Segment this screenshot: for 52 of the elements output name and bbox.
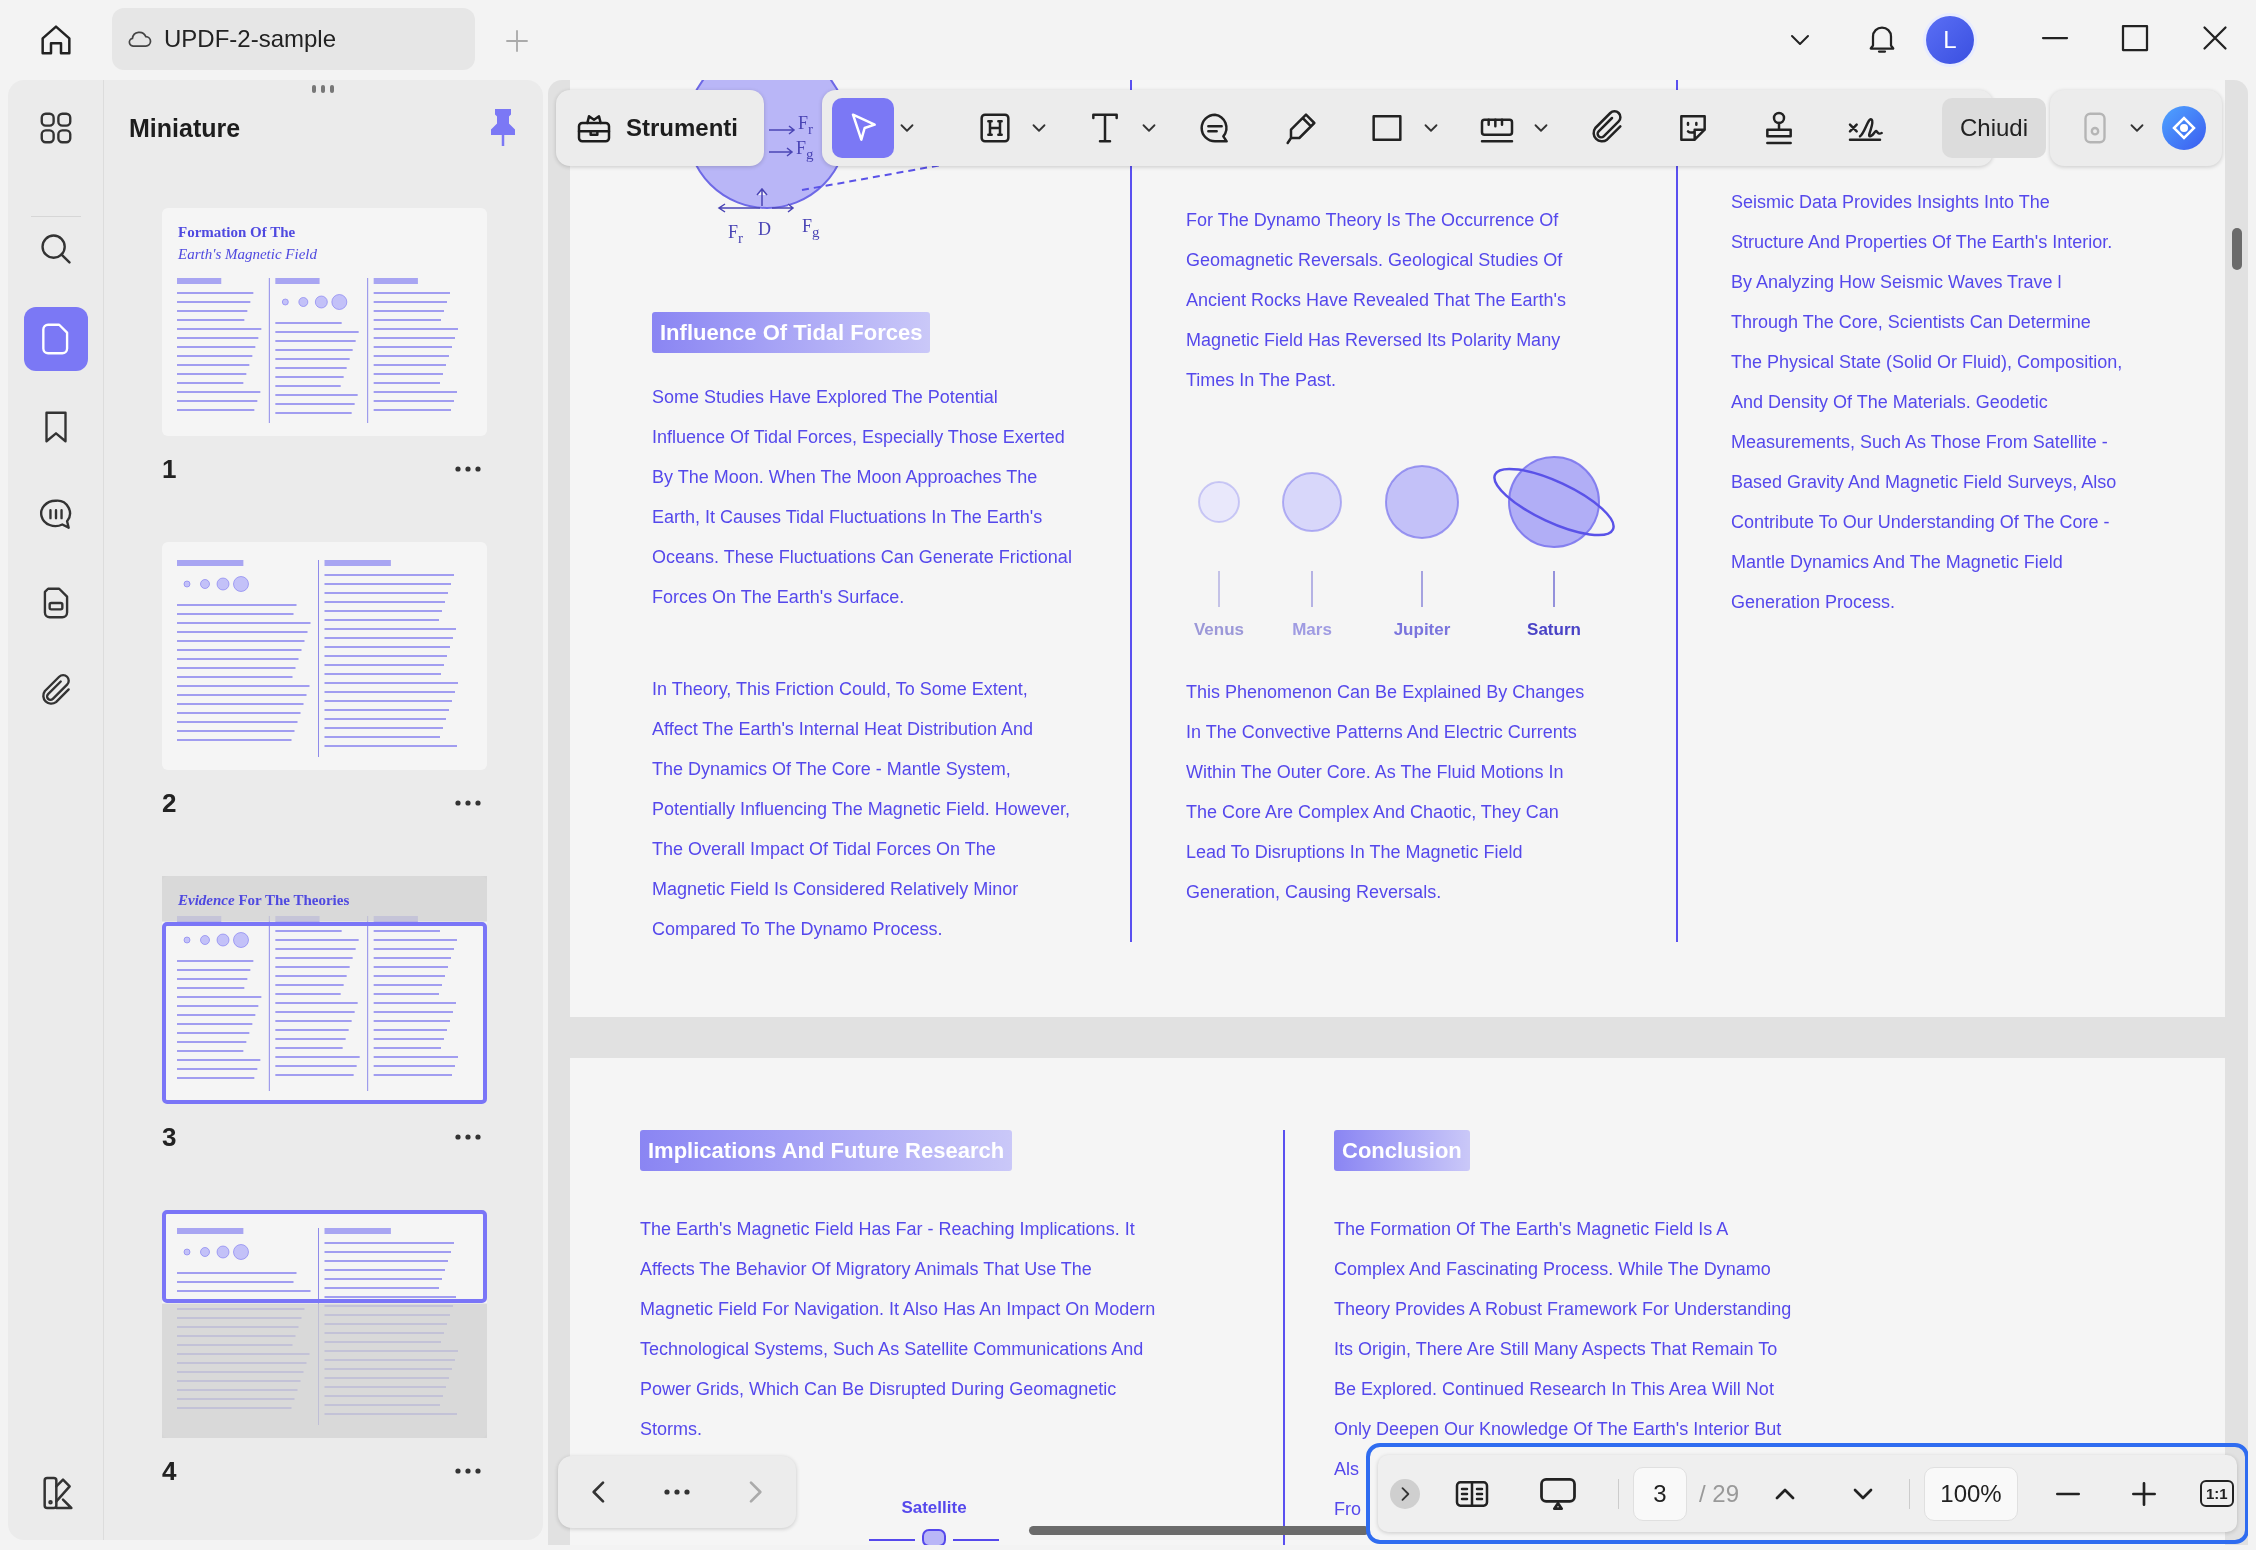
select-tool-button[interactable]: [832, 98, 894, 158]
actual-size-button[interactable]: 1:1: [2200, 1480, 2234, 1507]
document-tab[interactable]: UPDF-2-sample: [112, 8, 475, 70]
thumbnail-title: Earth's Magnetic Field: [178, 245, 317, 264]
planet-label: Venus: [1193, 619, 1245, 641]
page-number: 3: [162, 1121, 177, 1153]
page-number: 1: [162, 453, 177, 485]
paragraph: In Theory, This Friction Could, To Some Extent, Affect The Earth's Internal Heat Distribution And The Dynamics Of The Core - Mantle System, Potentially Influencing The Magnetic Field. However, The Overall Impact Of Tidal Forces On The Magnetic Field Is Considered Relatively Minor Compared To The Dynamo Process.: [652, 678, 1070, 941]
zoom-field[interactable]: 100%: [1924, 1466, 2019, 1521]
more-icon[interactable]: [664, 1489, 690, 1495]
force-label: D: [758, 219, 771, 239]
page-number: 4: [162, 1455, 177, 1487]
more-icon[interactable]: [455, 1468, 481, 1474]
paragraph: Seismic Data Provides Insights Into The Structure And Properties Of The Earth's Interior. By Analyzing How Seismic Waves Trave l Through The Core, Scientists Can Determine The Physical State (Solid Or Fluid), Composition, And Density Of The Materials. Geodetic Measurements, Such As Those From Satellite - Based Gravity And Magnetic Field Surveys, Also Contribute To Our Understanding Of The Core - Mantle Dynamics And The Magnetic Field Generation Process.: [1731, 191, 2123, 614]
pin-icon[interactable]: [489, 108, 517, 148]
page-thumbnail[interactable]: [162, 542, 487, 770]
paragraph-fragment: Als Fro: [1334, 1458, 1361, 1521]
sidebar-pages-button[interactable]: [23, 307, 88, 371]
close-button[interactable]: Chiudi: [1942, 98, 2047, 158]
force-label: F$_{g}$: [796, 138, 814, 164]
section-heading: Implications And Future Research: [640, 1130, 1013, 1171]
force-label: F$_{g}$: [802, 216, 820, 242]
panel-title: Miniature: [129, 113, 241, 143]
paragraph: For The Dynamo Theory Is The Occurrence Of Geomagnetic Reversals. Geological Studies Of Ancient Rocks Have Revealed That The Earth's Magnetic Field Has Reversed Its Polarity Many Times In The Past.: [1186, 209, 1566, 392]
paragraph: The Formation Of The Earth's Magnetic Field Is A Complex And Fascinating Process. While The Dynamo Theory Provides A Robust Framework For Understanding Its Origin, There Are Still Many Aspects That Remain To Be Explored. Continued Research In This Area Will Not Only Deepen Our Knowledge Of The Earth's Interior But: [1334, 1218, 1792, 1441]
tools-button[interactable]: Strumenti: [556, 90, 764, 166]
scrollbar-thumb[interactable]: [2232, 228, 2242, 270]
section-heading: Conclusion: [1334, 1130, 1470, 1171]
page-number: 2: [162, 787, 177, 819]
planet-label: Mars: [1292, 619, 1332, 641]
more-icon[interactable]: [455, 1134, 481, 1140]
more-icon[interactable]: [455, 800, 481, 806]
planet-label: Jupiter: [1393, 619, 1451, 641]
force-label: F$_{r}$: [728, 222, 743, 248]
ai-assistant-icon[interactable]: [2160, 104, 2208, 152]
page-total: / 29: [1699, 1479, 1740, 1508]
thumbnail-title: Formation Of The: [178, 223, 296, 242]
paragraph: Some Studies Have Explored The Potential Influence Of Tidal Forces, Especially Those Exerted By The Moon. When The Moon Approaches The Earth, It Causes Tidal Fluctuations In The Earth's Oceans. These Fluctuations Can Generate Frictional Forces On The Earth's Surface.: [652, 386, 1072, 609]
page-thumbnail[interactable]: [162, 208, 487, 436]
planet-label: Saturn: [1527, 619, 1581, 641]
paragraph: This Phenomenon Can Be Explained By Changes In The Convective Patterns And Electric Currents Within The Outer Core. As The Fluid Motions In The Core Are Complex And Chaotic, They Can Lead To Disruptions In The Magnetic Field Generation, Causing Reversals.: [1186, 681, 1585, 904]
thumbnail-title: Evidence For The Theories: [178, 891, 350, 910]
user-avatar[interactable]: L: [1926, 16, 1974, 64]
paragraph: The Earth's Magnetic Field Has Far - Reaching Implications. It Affects The Behavior Of Migratory Animals That Use The Magnetic Field For Navigation. It Also Has An Impact On Modern Technological Systems, Such As Satellite Communications And Power Grids, Which Can Be Disrupted During Geomagnetic Storms.: [640, 1218, 1156, 1441]
drag-handle-icon[interactable]: [311, 84, 335, 94]
page-number-field[interactable]: 3: [1633, 1466, 1687, 1521]
expand-button[interactable]: [1390, 1478, 1420, 1509]
figure-caption: Satellite: [901, 1498, 967, 1517]
scrollbar-thumb[interactable]: [1029, 1526, 1369, 1535]
more-icon[interactable]: [455, 466, 481, 472]
force-label: F$_{r}$: [798, 113, 813, 139]
section-heading: Influence Of Tidal Forces: [652, 312, 931, 353]
